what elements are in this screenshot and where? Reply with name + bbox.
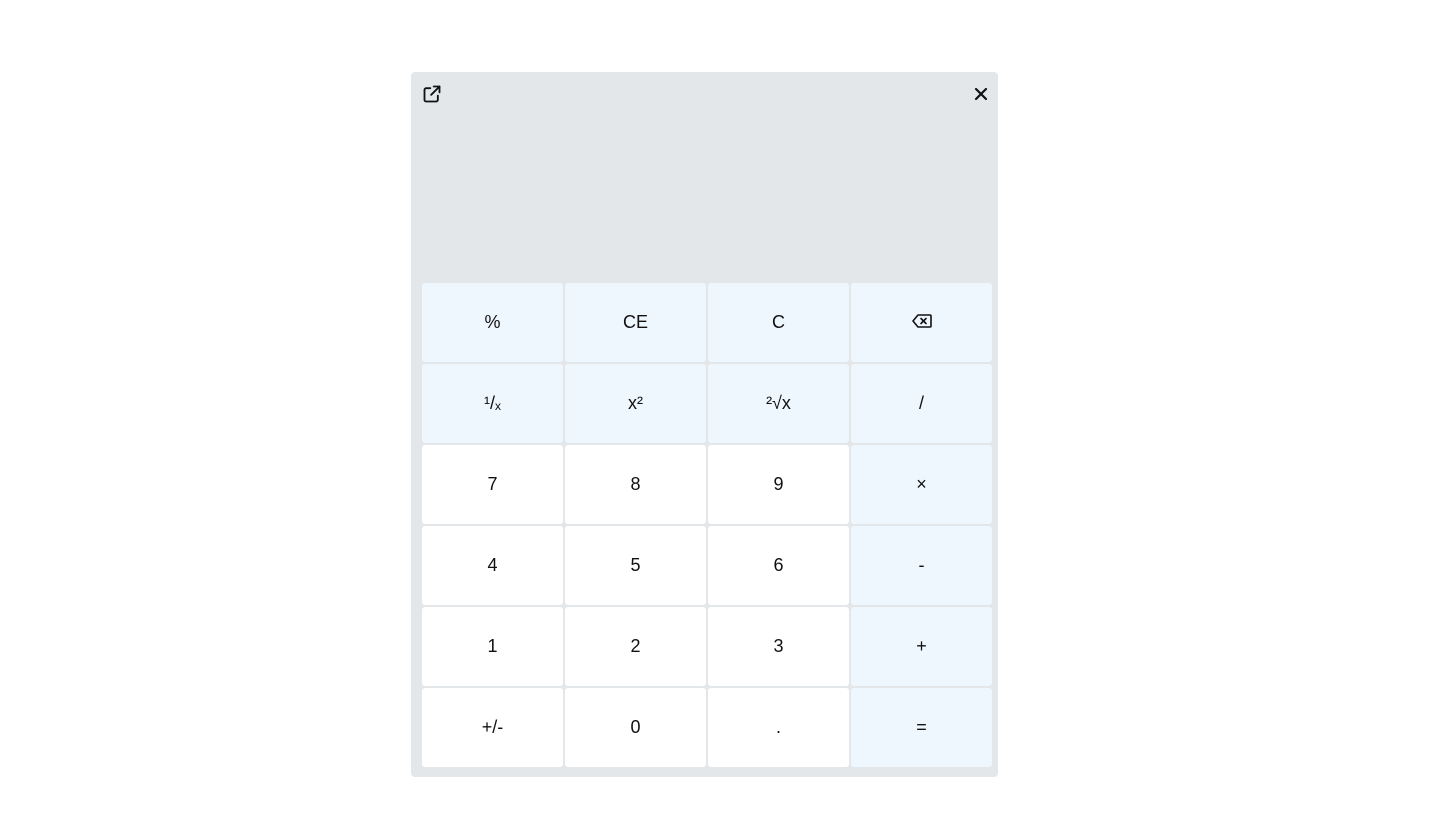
subtract-key[interactable]: - — [851, 526, 992, 605]
percent-key[interactable]: % — [422, 283, 563, 362]
key-label: 9 — [773, 474, 784, 494]
title-bar — [411, 72, 998, 116]
digit-9-key[interactable]: 9 — [708, 445, 849, 524]
divide-key[interactable]: / — [851, 364, 992, 443]
backspace-icon — [911, 312, 932, 333]
key-label: +/- — [481, 717, 504, 737]
key-label: 0 — [630, 717, 641, 737]
digit-1-key[interactable]: 1 — [422, 607, 563, 686]
negate-key[interactable]: +/- — [422, 688, 563, 767]
calculator-display — [411, 116, 998, 283]
backspace-key[interactable] — [851, 283, 992, 362]
key-label: 8 — [630, 474, 641, 494]
calculator-window: % CE C ¹/ₓ x² ²√x / 7 8 9 × 4 5 6 - 1 2 3 + +/- 0. = — [411, 72, 998, 777]
reciprocal-key[interactable]: ¹/ₓ — [422, 364, 563, 443]
key-label: / — [918, 393, 924, 413]
digit-6-key[interactable]: 6 — [708, 526, 849, 605]
key-label: + — [916, 636, 927, 656]
key-label: ¹/ₓ — [484, 393, 501, 413]
key-label: 7 — [487, 474, 498, 494]
key-label: 6 — [773, 555, 784, 575]
digit-8-key[interactable]: 8 — [565, 445, 706, 524]
equals-key[interactable]: = — [851, 688, 992, 767]
digit-2-key[interactable]: 2 — [565, 607, 706, 686]
key-label: 3 — [773, 636, 784, 656]
close-icon[interactable] — [969, 82, 993, 106]
key-label: % — [484, 312, 501, 332]
add-key[interactable]: + — [851, 607, 992, 686]
digit-7-key[interactable]: 7 — [422, 445, 563, 524]
key-label: = — [916, 717, 927, 737]
digit-0-key[interactable]: 0 — [565, 688, 706, 767]
key-label: 5 — [630, 555, 641, 575]
key-label: ²√x — [766, 393, 791, 413]
digit-3-key[interactable]: 3 — [708, 607, 849, 686]
decimal-key[interactable]: . — [708, 688, 849, 767]
key-label: × — [916, 474, 927, 494]
square-root-key[interactable]: ²√x — [708, 364, 849, 443]
digit-4-key[interactable]: 4 — [422, 526, 563, 605]
key-label: 2 — [630, 636, 641, 656]
key-label: . — [775, 717, 781, 737]
multiply-key[interactable]: × — [851, 445, 992, 524]
digit-5-key[interactable]: 5 — [565, 526, 706, 605]
square-key[interactable]: x² — [565, 364, 706, 443]
key-label: CE — [622, 312, 648, 332]
keypad: % CE C ¹/ₓ x² ²√x / 7 8 9 × 4 5 6 - 1 2 3 + +/- 0. = — [422, 283, 995, 767]
key-label: C — [772, 312, 785, 332]
clear-entry-key[interactable]: CE — [565, 283, 706, 362]
key-label: 4 — [487, 555, 498, 575]
key-label: x² — [628, 393, 643, 413]
clear-key[interactable]: C — [708, 283, 849, 362]
key-label: 1 — [487, 636, 498, 656]
key-label: - — [918, 555, 925, 575]
external-link-icon[interactable] — [420, 82, 444, 106]
